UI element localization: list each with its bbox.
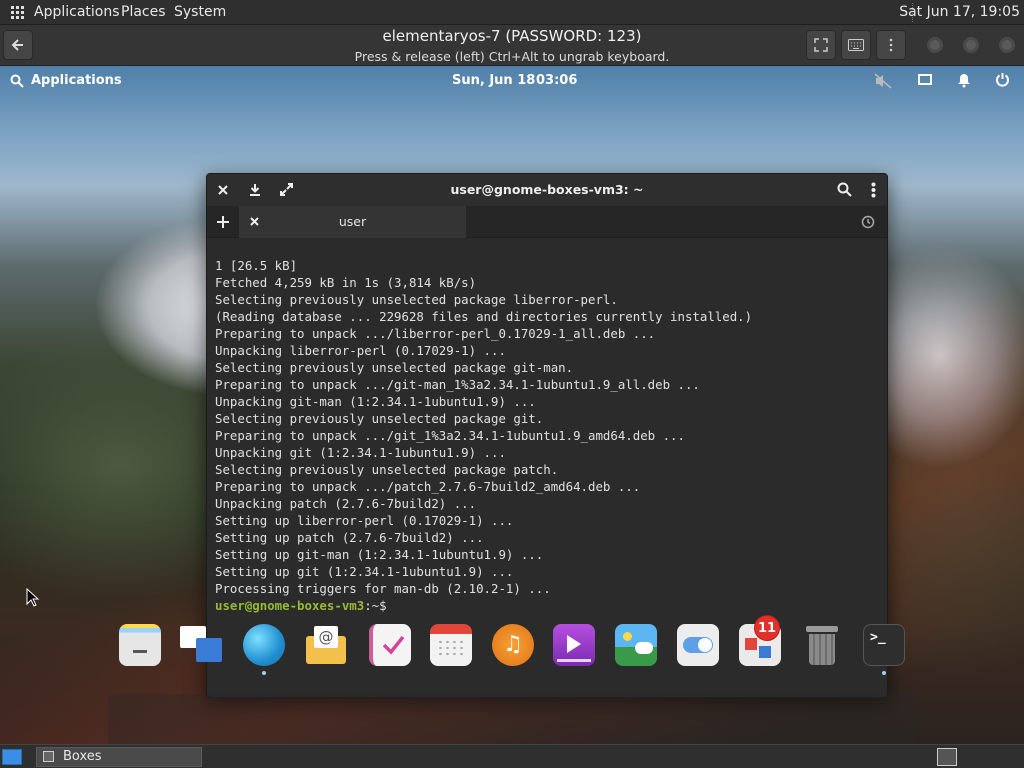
terminal-prompt-line: user@gnome-boxes-vm3:~$: [215, 597, 875, 614]
multitasking-view-icon[interactable]: [180, 624, 222, 666]
terminal-line: Unpacking liberror-perl (0.17029-1) ...: [215, 343, 506, 358]
display-icon[interactable]: [918, 74, 932, 86]
terminal-line: Fetched 4,259 kB in 1s (3,814 kB/s): [215, 275, 477, 290]
mail-icon[interactable]: @: [305, 624, 347, 666]
boxes-header-bar: elementaryos-7 (PASSWORD: 123) Press & r…: [0, 25, 1024, 66]
menu-places[interactable]: Places: [121, 4, 166, 20]
minimize-window-button[interactable]: [927, 37, 943, 53]
terminal-line: Unpacking git (1:2.34.1-1ubuntu1.9) ...: [215, 445, 506, 460]
terminal-line: Processing triggers for man-db (2.10.2-1…: [215, 581, 551, 596]
host-top-panel: Applications Places System Sat Jun 17, 1…: [0, 0, 1024, 25]
terminal-line: Selecting previously unselected package …: [215, 292, 618, 307]
update-count-badge: 11: [754, 615, 780, 641]
kebab-menu-icon[interactable]: [871, 182, 876, 198]
terminal-line: Selecting previously unselected package …: [215, 462, 559, 477]
search-icon[interactable]: [837, 182, 852, 197]
terminal-line: 1 [26.5 kB]: [215, 258, 298, 273]
terminal-line: Setting up patch (2.7.6-7build2) ...: [215, 530, 484, 545]
maximize-window-button[interactable]: [963, 37, 979, 53]
terminal-line: Unpacking patch (2.7.6-7build2) ...: [215, 496, 477, 511]
boxes-window-icon: [43, 751, 54, 762]
keyboard-button[interactable]: [841, 30, 871, 60]
terminal-line: Preparing to unpack .../git-man_1%3a2.34…: [215, 377, 700, 392]
volume-muted-icon[interactable]: [874, 73, 892, 89]
videos-icon[interactable]: [553, 624, 595, 666]
dock: [108, 694, 916, 744]
guest-applications-button[interactable]: Applications: [31, 73, 122, 88]
new-tab-icon[interactable]: [216, 215, 230, 229]
taskbar-item-boxes[interactable]: Boxes: [36, 747, 202, 767]
host-bottom-panel: Boxes: [0, 744, 1024, 768]
fullscreen-button[interactable]: [806, 30, 836, 60]
terminal-tab-bar: user: [207, 206, 887, 238]
terminal-icon[interactable]: >_: [863, 624, 905, 666]
taskbar-item-label: Boxes: [63, 749, 102, 764]
guest-date[interactable]: Sun, Jun 18: [452, 73, 535, 88]
running-indicator: [262, 671, 266, 675]
applications-grid-icon[interactable]: [11, 6, 24, 19]
appcenter-icon[interactable]: 11: [739, 615, 781, 666]
tab-label: user: [338, 214, 367, 229]
show-desktop-icon[interactable]: [2, 749, 22, 765]
guest-time[interactable]: 03:06: [536, 73, 577, 88]
terminal-line: Selecting previously unselected package …: [215, 360, 574, 375]
trash-icon[interactable]: [801, 624, 843, 666]
terminal-line: (Reading database ... 229628 files and d…: [215, 309, 753, 324]
close-window-button[interactable]: [999, 37, 1015, 53]
running-indicator: [882, 671, 886, 675]
terminal-line: Setting up liberror-perl (0.17029-1) ...: [215, 513, 514, 528]
terminal-headerbar: user@gnome-boxes-vm3: ~: [207, 174, 887, 206]
settings-icon[interactable]: [677, 624, 719, 666]
web-browser-icon[interactable]: [243, 624, 285, 666]
prompt-path: :~$: [364, 598, 387, 613]
tab-user[interactable]: user: [239, 206, 466, 238]
guest-desktop: Applications Sun, Jun 18 03:06 user@gnom…: [0, 66, 1024, 744]
notifications-bell-icon[interactable]: [956, 72, 972, 88]
mouse-cursor-icon: [26, 588, 40, 607]
terminal-line: Setting up git (1:2.34.1-1ubuntu1.9) ...: [215, 564, 514, 579]
terminal-line: Selecting previously unselected package …: [215, 411, 544, 426]
files-icon[interactable]: [119, 624, 161, 666]
workspace-switcher-icon[interactable]: [937, 748, 957, 766]
calendar-icon[interactable]: [430, 624, 472, 666]
terminal-window: user@gnome-boxes-vm3: ~ user 1 [26.5 kB]…: [206, 173, 888, 698]
tasks-icon[interactable]: [369, 624, 411, 666]
keyboard-icon: [848, 39, 864, 51]
power-icon[interactable]: [995, 72, 1010, 87]
prompt-user: user@gnome-boxes-vm3: [215, 598, 365, 613]
photos-icon[interactable]: [615, 624, 657, 666]
menu-applications[interactable]: Applications: [34, 4, 120, 20]
terminal-line: Preparing to unpack .../git_1%3a2.34.1-1…: [215, 428, 685, 443]
history-clock-icon[interactable]: [861, 215, 875, 229]
terminal-line: Preparing to unpack .../liberror-perl_0.…: [215, 326, 656, 341]
terminal-line: Setting up git-man (1:2.34.1-1ubuntu1.9)…: [215, 547, 544, 562]
terminal-line: Preparing to unpack .../patch_2.7.6-7bui…: [215, 479, 641, 494]
guest-top-panel: Applications Sun, Jun 18 03:06: [0, 66, 1024, 94]
terminal-title: user@gnome-boxes-vm3: ~: [450, 182, 644, 197]
menu-button[interactable]: [876, 30, 906, 60]
kebab-menu-icon: [889, 38, 893, 52]
menu-system[interactable]: System: [174, 4, 226, 20]
terminal-line: Unpacking git-man (1:2.34.1-1ubuntu1.9) …: [215, 394, 536, 409]
host-clock[interactable]: Sat Jun 17, 19:05: [899, 4, 1020, 20]
search-icon: [10, 74, 24, 88]
fullscreen-icon: [814, 38, 828, 52]
music-icon[interactable]: ♫: [492, 624, 534, 666]
terminal-output[interactable]: 1 [26.5 kB] Fetched 4,259 kB in 1s (3,814…: [215, 240, 875, 648]
